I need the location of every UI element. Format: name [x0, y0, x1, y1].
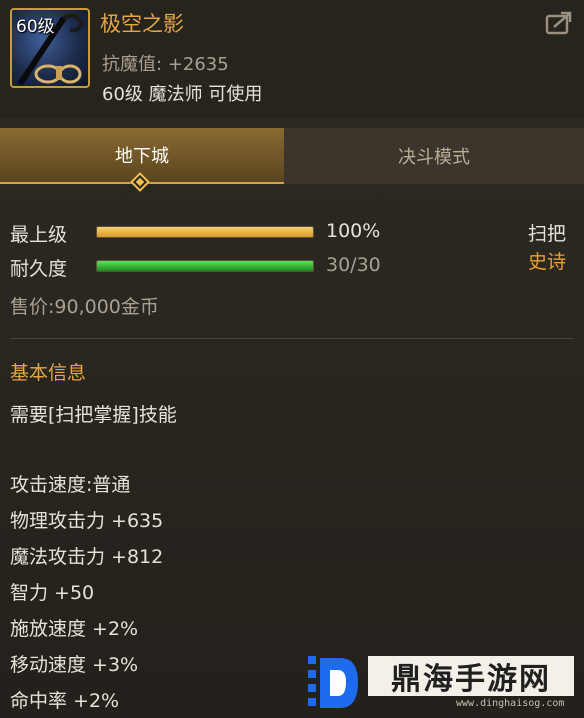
grade-bar — [96, 226, 314, 238]
watermark: 鼎海手游网 www.dinghaisog.com — [306, 652, 578, 714]
item-type: 扫把 — [527, 223, 566, 245]
staff-weapon-icon: 60级 — [10, 8, 90, 88]
item-header: 60级 极空之影 抗魔值: +2635 60级 魔法师 可使用 — [0, 0, 584, 118]
item-requirement: 60级 魔法师 可使用 — [102, 84, 263, 105]
item-name: 极空之影 — [100, 12, 184, 36]
grade-label: 最上级 — [10, 224, 68, 246]
watermark-text: 鼎海手游网 — [368, 656, 574, 697]
resist-value: +2635 — [167, 54, 229, 75]
sell-price: 售价:90,000金币 — [10, 296, 159, 318]
durability-bar — [96, 260, 314, 272]
stat-line: 攻击速度:普通 — [10, 474, 131, 496]
item-tooltip-panel: 60级 极空之影 抗魔值: +2635 60级 魔法师 可使用 地下城 决斗模式… — [0, 0, 584, 718]
durability-bar-fill — [97, 261, 313, 271]
skill-requirement: 需要[扫把掌握]技能 — [10, 404, 177, 426]
stat-line: 物理攻击力 +635 — [10, 510, 164, 532]
stat-line: 施放速度 +2% — [10, 618, 139, 640]
grade-percent: 100% — [326, 220, 381, 242]
section-title: 基本信息 — [10, 362, 87, 384]
stat-line: 移动速度 +3% — [10, 654, 139, 676]
durability-label: 耐久度 — [10, 258, 68, 280]
grade-bar-fill — [97, 227, 313, 237]
rarity-label: 史诗 — [527, 251, 566, 273]
watermark-url: www.dinghaisog.com — [456, 698, 565, 709]
share-icon — [545, 11, 572, 35]
mode-tabs: 地下城 决斗模式 — [0, 128, 584, 192]
resist-label: 抗魔值: — [102, 54, 163, 75]
stat-line: 命中率 +2% — [10, 690, 120, 712]
item-level-badge: 60级 — [16, 17, 55, 37]
watermark-logo-icon — [308, 656, 358, 708]
section-divider — [10, 338, 574, 339]
item-resist: 抗魔值: +2635 — [102, 50, 229, 76]
stat-line: 魔法攻击力 +812 — [10, 546, 164, 568]
stat-line: 智力 +50 — [10, 582, 95, 604]
share-button[interactable] — [544, 10, 574, 36]
tab-pvp[interactable]: 决斗模式 — [284, 128, 584, 184]
durability-value: 30/30 — [326, 254, 381, 276]
